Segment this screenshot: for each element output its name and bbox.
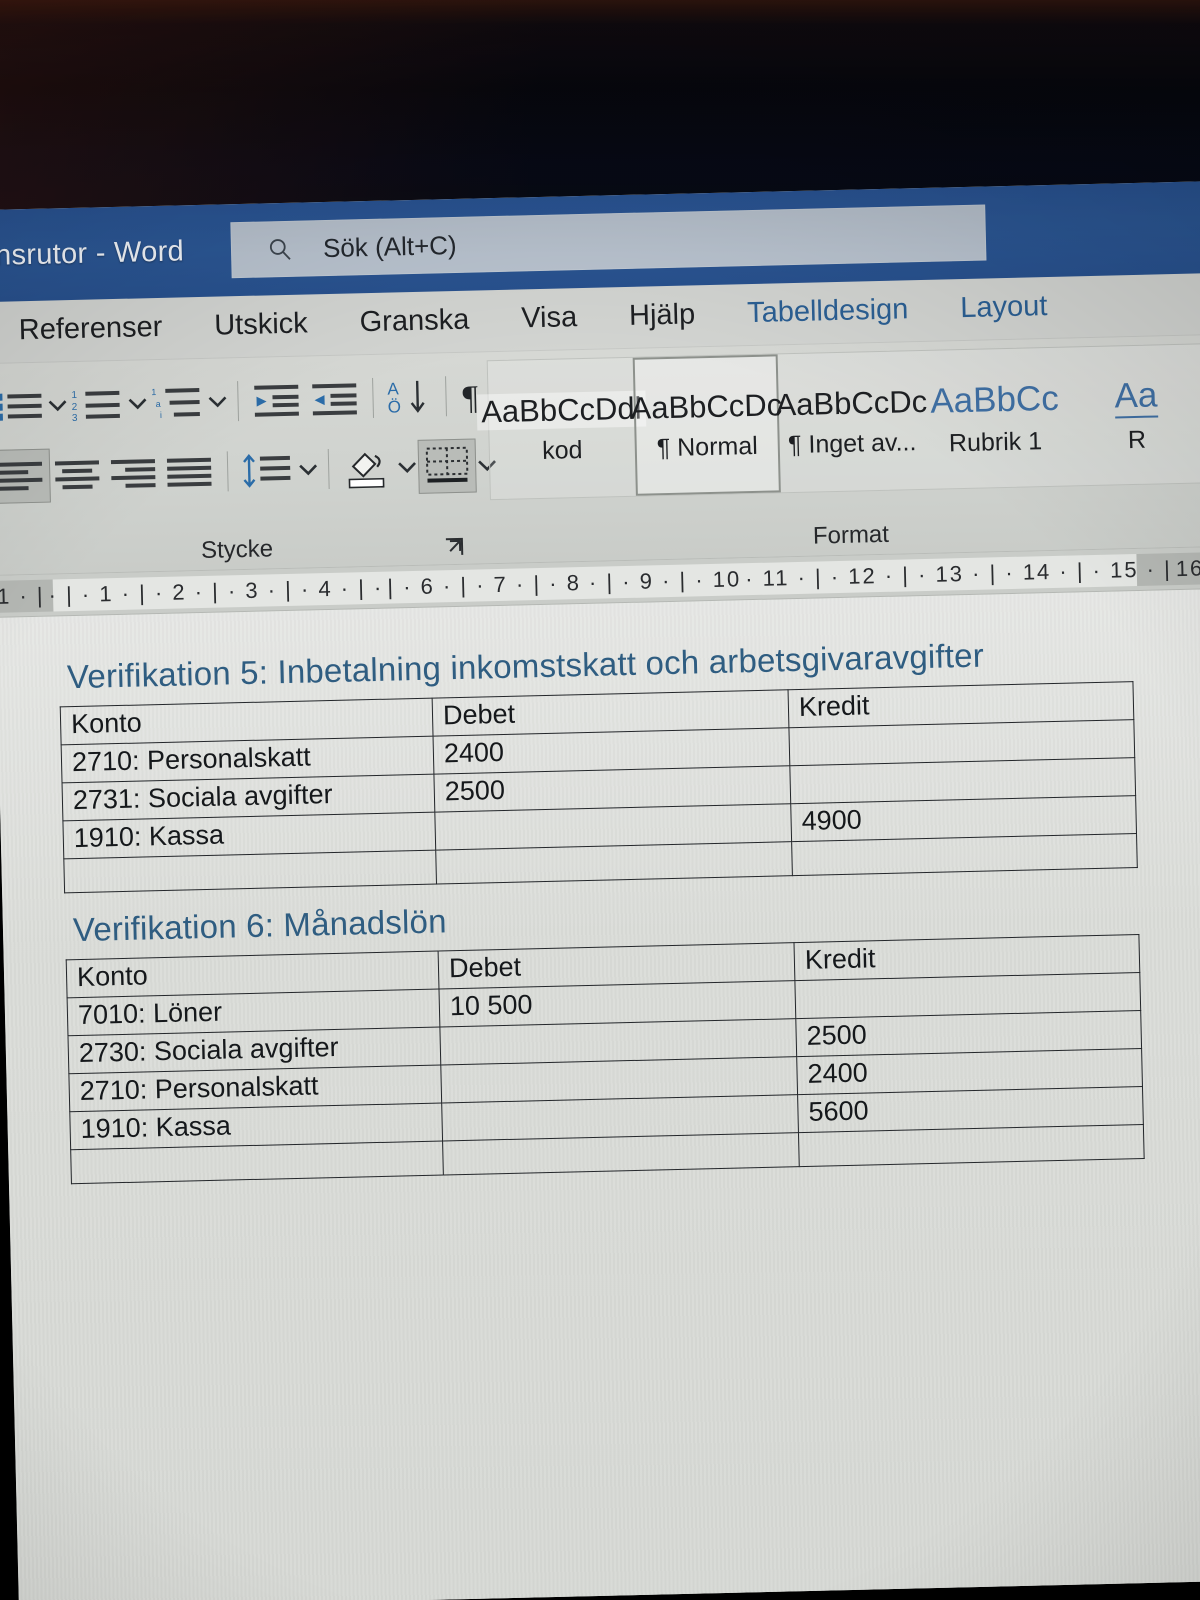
line-spacing-chevron-down-icon[interactable] <box>297 442 320 497</box>
style-preview: AaBbCcDc <box>775 383 928 422</box>
style-preview: AaBbCcDdl <box>476 390 646 430</box>
sort-icon[interactable]: A Ö <box>382 369 437 424</box>
style-item-normal[interactable]: AaBbCcDc ¶ Normal <box>630 354 783 496</box>
cell-debet[interactable] <box>442 1132 800 1175</box>
cell-kredit[interactable] <box>798 1124 1145 1167</box>
align-center-icon[interactable] <box>50 447 107 502</box>
line-spacing-icon[interactable] <box>237 443 298 498</box>
hanging-indent-marker[interactable] <box>385 576 386 599</box>
ribbon-body: 1 2 3 1 a i A Ö ¶ Stycke AaBbCcDdl kod A… <box>0 334 1200 576</box>
tab-referenser[interactable]: Referenser <box>0 306 189 354</box>
decrease-indent-icon[interactable] <box>247 373 306 428</box>
tab-layout[interactable]: Layout <box>934 285 1074 331</box>
borders-icon[interactable] <box>417 438 477 494</box>
divider <box>372 377 375 418</box>
cell-kredit[interactable] <box>791 833 1138 876</box>
document-page[interactable]: Verifikation 5: Inbetalning inkomstskatt… <box>0 588 1200 1600</box>
style-preview: AaBbCcDc <box>630 386 783 426</box>
style-item-rubrik-1[interactable]: AaBbCc Rubrik 1 <box>923 348 1068 489</box>
svg-text:2: 2 <box>72 402 78 413</box>
document-title: nsrutor - Word <box>0 234 185 272</box>
dialog-launcher-icon[interactable] <box>442 535 467 560</box>
style-name: ¶ Inget av... <box>787 427 917 459</box>
justify-icon[interactable] <box>162 445 219 500</box>
right-margin-marker[interactable] <box>1173 557 1175 580</box>
right-indent-marker[interactable] <box>742 567 744 590</box>
tab-tabelldesign[interactable]: Tabelldesign <box>721 289 935 337</box>
search-placeholder: Sök (Alt+C) <box>322 229 457 263</box>
styles-gallery[interactable]: AaBbCcDdl kod AaBbCcDc ¶ Normal AaBbCcDc… <box>476 343 1200 501</box>
shading-chevron-down-icon[interactable] <box>396 440 419 495</box>
bullets-icon[interactable] <box>0 379 47 434</box>
svg-text:3: 3 <box>72 413 78 423</box>
style-name: R <box>1127 425 1147 454</box>
style-item-rubrik-2[interactable]: Aa R <box>1064 344 1200 485</box>
tab-visa[interactable]: Visa <box>495 296 604 342</box>
align-right-icon[interactable] <box>106 446 163 501</box>
search-box[interactable]: Sök (Alt+C) <box>230 204 987 279</box>
svg-text:Ö: Ö <box>388 397 402 416</box>
paragraph-row-1: 1 2 3 1 a i A Ö ¶ <box>0 366 496 436</box>
divider <box>327 448 330 490</box>
svg-text:A: A <box>387 379 399 398</box>
bullets-chevron-down-icon[interactable] <box>46 378 69 433</box>
paragraph-row-2 <box>0 436 499 506</box>
tab-granska[interactable]: Granska <box>333 299 496 346</box>
style-name: Rubrik 1 <box>948 426 1043 457</box>
ruler-marks-end: 16 · | <box>1175 554 1200 581</box>
numbering-chevron-down-icon[interactable] <box>126 376 149 431</box>
tab-utskick[interactable]: Utskick <box>188 303 334 349</box>
svg-text:a: a <box>156 399 161 409</box>
style-name: kod <box>541 435 583 465</box>
document-content: Verifikation 5: Inbetalning inkomstskatt… <box>0 589 1200 1186</box>
svg-text:i: i <box>160 410 162 420</box>
increase-indent-icon[interactable] <box>305 371 364 426</box>
search-icon <box>269 239 291 260</box>
shading-icon[interactable] <box>338 440 397 495</box>
style-name: ¶ Normal <box>656 431 759 462</box>
svg-text:1: 1 <box>151 387 156 397</box>
style-item-inget-av[interactable]: AaBbCcDc ¶ Inget av... <box>775 351 928 492</box>
word-application-window: nsrutor - Word Sök (Alt+C) Referenser Ut… <box>0 180 1200 1600</box>
table-verifikation-5[interactable]: Konto Debet Kredit 2710: Personalskatt 2… <box>60 681 1138 893</box>
photo-of-screen: nsrutor - Word Sök (Alt+C) Referenser Ut… <box>0 0 1200 1600</box>
style-preview: Aa <box>1114 374 1158 418</box>
multilevel-list-icon[interactable]: 1 a i <box>148 375 207 430</box>
divider <box>445 376 447 417</box>
style-item-kod[interactable]: AaBbCcDdl kod <box>476 358 646 499</box>
table-verifikation-6[interactable]: Konto Debet Kredit 7010: Löner 10 500 27… <box>66 934 1145 1184</box>
svg-text:1: 1 <box>71 390 77 401</box>
cell-debet[interactable] <box>435 841 793 885</box>
group-label-stycke: Stycke <box>200 535 274 565</box>
divider <box>237 381 240 422</box>
divider <box>226 451 229 492</box>
style-preview: AaBbCc <box>929 378 1060 421</box>
left-indent-marker[interactable] <box>46 584 47 607</box>
ruler-left-label: 1 · | <box>0 582 45 609</box>
tab-hjalp[interactable]: Hjälp <box>603 294 722 340</box>
numbering-icon[interactable]: 1 2 3 <box>68 377 127 432</box>
multilevel-chevron-down-icon[interactable] <box>206 374 229 429</box>
align-left-icon[interactable] <box>0 448 51 504</box>
ribbon-group-format: AaBbCcDdl kod AaBbCcDc ¶ Normal AaBbCcDc… <box>476 335 1200 564</box>
ribbon-group-stycke: 1 2 3 1 a i A Ö ¶ Stycke <box>0 353 496 576</box>
